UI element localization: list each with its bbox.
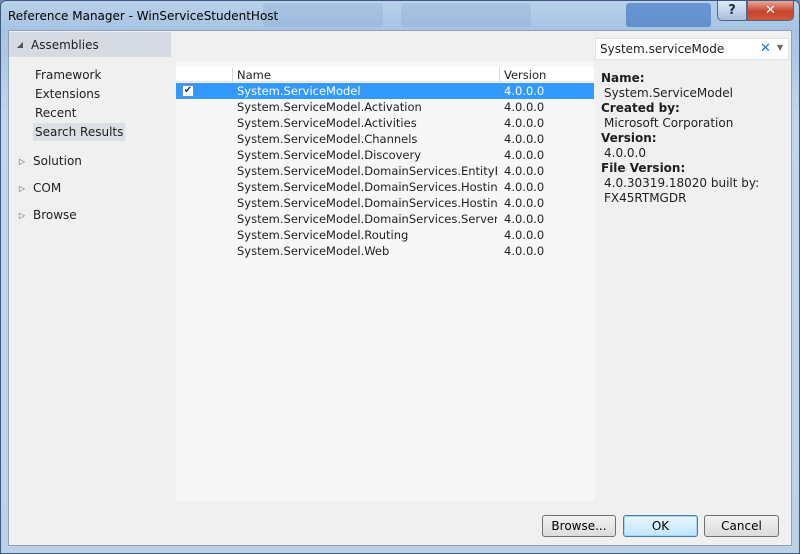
assembly-name: System.ServiceModel.DomainServices.Entit… (237, 164, 497, 178)
clear-search-icon[interactable]: ✕ (760, 41, 771, 56)
table-row[interactable]: System.ServiceModel.DomainServices.Hosti… (176, 179, 594, 195)
table-row[interactable]: System.ServiceModel.DomainServices.Hosti… (176, 195, 594, 211)
close-button[interactable]: ✕ (747, 1, 794, 21)
assembly-version: 4.0.0.0 (504, 132, 545, 146)
browse-button[interactable]: Browse... (542, 515, 616, 537)
window-title: Reference Manager - WinServiceStudentHos… (8, 9, 279, 23)
assembly-version: 4.0.0.0 (504, 212, 545, 226)
assembly-name: System.ServiceModel.Web (237, 244, 390, 258)
assembly-version: 4.0.0.0 (504, 100, 545, 114)
collapsed-triangle-icon: ▷ (18, 210, 26, 220)
assembly-list: Name Version ✔ System.ServiceModel 4.0.0… (176, 62, 594, 501)
list-header: Name Version (176, 67, 594, 82)
column-header-name[interactable]: Name (232, 67, 500, 82)
collapsed-triangle-icon: ▷ (18, 156, 26, 166)
sidebar-item-search-results[interactable]: Search Results (33, 123, 126, 141)
table-row[interactable]: System.ServiceModel.Activation 4.0.0.0 (176, 99, 594, 115)
assembly-version: 4.0.0.0 (504, 180, 545, 194)
detail-created-value: Microsoft Corporation (604, 116, 734, 130)
detail-name-label: Name: (601, 71, 645, 85)
sidebar-item-label: Search Results (35, 125, 124, 139)
table-row[interactable]: System.ServiceModel.Routing 4.0.0.0 (176, 227, 594, 243)
assembly-name: System.ServiceModel.DomainServices.Serve… (237, 212, 497, 226)
help-button[interactable]: ? (717, 1, 747, 21)
chevron-down-icon[interactable]: ▼ (777, 43, 783, 52)
checkmark-icon: ✔ (183, 85, 193, 96)
assembly-name: System.ServiceModel.Channels (237, 132, 418, 146)
sidebar-item-browse[interactable]: ▷ Browse (15, 205, 77, 225)
cancel-button[interactable]: Cancel (704, 515, 779, 537)
sidebar-item-solution[interactable]: ▷ Solution (15, 151, 82, 171)
sidebar-item-recent[interactable]: Recent (33, 104, 78, 122)
background-tab-blur (263, 3, 383, 27)
detail-version-value: 4.0.0.0 (604, 146, 646, 160)
assembly-version: 4.0.0.0 (504, 196, 545, 210)
detail-name-value: System.ServiceModel (604, 86, 733, 100)
background-tab-blur (626, 3, 711, 27)
assembly-name: System.ServiceModel.Activation (237, 100, 422, 114)
table-row[interactable]: ✔ System.ServiceModel 4.0.0.0 (176, 83, 594, 99)
assembly-name: System.ServiceModel (237, 84, 361, 98)
assembly-name: System.ServiceModel.DomainServices.Hosti… (237, 196, 497, 210)
column-header-version[interactable]: Version (499, 67, 567, 82)
assembly-rows: ✔ System.ServiceModel 4.0.0.0 System.Ser… (176, 83, 594, 259)
assembly-version: 4.0.0.0 (504, 84, 545, 98)
detail-file-version-build: FX45RTMGDR (604, 191, 687, 205)
sidebar-item-label: Framework (35, 68, 102, 82)
detail-file-version-label: File Version: (601, 161, 686, 175)
sidebar-item-label: Solution (33, 154, 82, 168)
sidebar-item-label: COM (33, 181, 62, 195)
assembly-version: 4.0.0.0 (504, 148, 545, 162)
table-row[interactable]: System.ServiceModel.Channels 4.0.0.0 (176, 131, 594, 147)
collapsed-triangle-icon: ▷ (18, 183, 26, 193)
assembly-version: 4.0.0.0 (504, 116, 545, 130)
sidebar: ◢ Assemblies Framework Extensions Recent… (9, 31, 175, 501)
table-row[interactable]: System.ServiceModel.Web 4.0.0.0 (176, 243, 594, 259)
assembly-version: 4.0.0.0 (504, 164, 545, 178)
table-row[interactable]: System.ServiceModel.Activities 4.0.0.0 (176, 115, 594, 131)
search-box: ✕ ▼ (595, 38, 789, 60)
assembly-version: 4.0.0.0 (504, 244, 545, 258)
sidebar-item-label: Recent (35, 106, 77, 120)
background-tab-blur (401, 3, 531, 27)
details-pane: Name: System.ServiceModel Created by: Mi… (601, 71, 789, 206)
sidebar-item-com[interactable]: ▷ COM (15, 178, 61, 198)
table-row[interactable]: System.ServiceModel.DomainServices.Entit… (176, 163, 594, 179)
ok-button[interactable]: OK (623, 515, 698, 537)
sidebar-item-framework[interactable]: Framework (33, 66, 103, 84)
table-row[interactable]: System.ServiceModel.Discovery 4.0.0.0 (176, 147, 594, 163)
assembly-name: System.ServiceModel.Discovery (237, 148, 422, 162)
sidebar-item-label: Browse (33, 208, 77, 222)
assembly-name: System.ServiceModel.Routing (237, 228, 409, 242)
table-row[interactable]: System.ServiceModel.DomainServices.Serve… (176, 211, 594, 227)
close-icon: ✕ (765, 3, 776, 18)
assembly-name: System.ServiceModel.DomainServices.Hosti… (237, 180, 497, 194)
sidebar-item-label: Extensions (35, 87, 101, 101)
detail-created-label: Created by: (601, 101, 680, 115)
reference-checkbox[interactable]: ✔ (182, 85, 194, 97)
search-input[interactable] (596, 39, 756, 59)
sidebar-item-label: Assemblies (31, 37, 99, 52)
assembly-name: System.ServiceModel.Activities (237, 116, 417, 130)
sidebar-item-extensions[interactable]: Extensions (33, 85, 102, 103)
detail-file-version-value: 4.0.30319.18020 built by: (604, 176, 760, 190)
dialog-client-area: ◢ Assemblies Framework Extensions Recent… (8, 30, 792, 546)
detail-version-label: Version: (601, 131, 657, 145)
sidebar-item-assemblies[interactable]: ◢ Assemblies (9, 32, 171, 57)
assembly-version: 4.0.0.0 (504, 228, 545, 242)
expanded-triangle-icon: ◢ (16, 40, 24, 49)
